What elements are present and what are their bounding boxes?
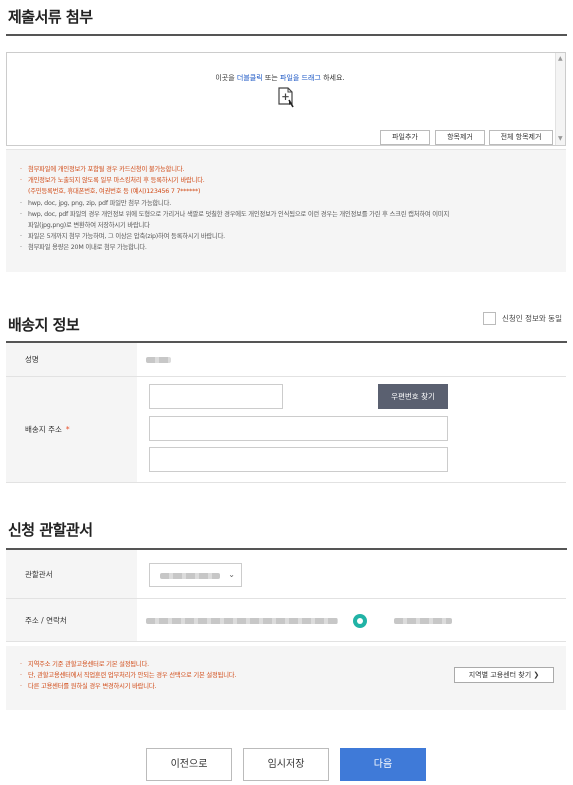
address-row: 배송지 주소 * 우편번호 찾기: [6, 377, 566, 483]
shipping-title: 배송지 정보: [8, 316, 80, 334]
notice-item: hwp, doc, jpg, png, zip, pdf 파일만 첨부 가능합니…: [20, 198, 566, 209]
drop-zone-scrollbar[interactable]: ▲ ▼: [555, 53, 565, 145]
office-label: 관할관서: [6, 550, 137, 598]
name-label: 성명: [6, 343, 137, 376]
temp-save-button[interactable]: 임시저장: [243, 748, 329, 781]
office-phone-masked: [394, 618, 452, 624]
name-value-masked: [146, 357, 171, 363]
notice-item: 파일은 5개까지 첨부 가능하며, 그 이상은 압축(zip)하여 등록하시기 …: [20, 231, 566, 242]
notice-item: (주민등록번호, 휴대폰번호, 여권번호 등 (예시)123456 7 7***…: [28, 188, 201, 196]
notice-item: 첨부파일 용량은 20M 이내로 첨부 가능합니다.: [20, 242, 566, 253]
attachments-title: 제출서류 첨부: [8, 8, 93, 26]
contact-label: 주소 / 연락처: [6, 599, 137, 641]
map-pin-icon[interactable]: [353, 614, 367, 628]
scroll-up-icon[interactable]: ▲: [558, 56, 563, 62]
office-title: 신청 관할관서: [8, 521, 93, 539]
scroll-down-icon[interactable]: ▼: [558, 136, 563, 142]
address-label-text: 배송지 주소: [25, 425, 62, 434]
address-label: 배송지 주소 *: [6, 377, 137, 482]
checkbox-box[interactable]: [483, 312, 496, 325]
chevron-down-icon: ⌄: [228, 570, 235, 579]
hint-suffix: 하세요.: [320, 74, 345, 82]
attachments-title-rule: [6, 34, 567, 36]
notice-item: 개인정보가 노출되지 않도록 일부 마스킹처리 후 등록하시기 바랍니다.: [20, 175, 566, 186]
address-line1-input[interactable]: [149, 416, 448, 441]
checkbox-label-text: 신청인 정보와 동일: [502, 314, 562, 323]
office-selected-masked: [160, 573, 220, 579]
add-file-button[interactable]: 파일추가: [380, 130, 430, 145]
contact-row: 주소 / 연락처: [6, 599, 566, 642]
file-upload-icon: [278, 87, 294, 108]
next-button[interactable]: 다음: [340, 748, 426, 781]
prev-button[interactable]: 이전으로: [146, 748, 232, 781]
same-as-applicant-checkbox[interactable]: 신청인 정보와 동일: [483, 312, 562, 325]
notice-item: 첨부파일에 개인정보가 포함될 경우 카드신청이 불가능합니다.: [20, 164, 566, 175]
office-label-text: 관할관서: [25, 569, 53, 579]
hint-doubleclick: 더블클릭: [236, 74, 263, 82]
office-address-masked: [146, 618, 338, 624]
notice-item: 파일(jpg,png)로 변환하여 저장하시기 바랍니다: [28, 222, 150, 230]
office-select[interactable]: ⌄: [149, 563, 242, 587]
name-row: 성명: [6, 343, 566, 377]
attachment-notices: 첨부파일에 개인정보가 포함될 경우 카드신청이 불가능합니다. 개인정보가 노…: [6, 149, 566, 272]
hint-prefix: 이곳을: [215, 74, 237, 82]
notice-item: hwp, doc, pdf 파일의 경우 개인정보 위에 도형으로 가리거나 색…: [20, 209, 566, 220]
drop-hint: 이곳을 더블클릭 또는 파일을 드래그 하세요.: [7, 73, 553, 83]
office-row: 관할관서: [6, 550, 566, 599]
remove-all-button[interactable]: 전체 항목제거: [489, 130, 553, 145]
zipcode-input[interactable]: [149, 384, 283, 409]
hint-drag: 파일을 드래그: [280, 74, 321, 82]
find-regional-center-button[interactable]: 지역별 고용센터 찾기 ❯: [454, 667, 554, 683]
zipcode-search-button[interactable]: 우편번호 찾기: [378, 384, 448, 409]
hint-mid: 또는: [262, 74, 280, 82]
name-label-text: 성명: [25, 355, 39, 364]
file-drop-zone[interactable]: 이곳을 더블클릭 또는 파일을 드래그 하세요. ▲ ▼ 파일추가 항목제거 전…: [6, 52, 566, 146]
address-line2-input[interactable]: [149, 447, 448, 472]
contact-label-text: 주소 / 연락처: [25, 615, 67, 625]
notice-item: 다른 고용센터를 원하실 경우 변경하시기 바랍니다.: [20, 681, 566, 692]
required-mark: *: [65, 425, 70, 434]
remove-item-button[interactable]: 항목제거: [435, 130, 485, 145]
